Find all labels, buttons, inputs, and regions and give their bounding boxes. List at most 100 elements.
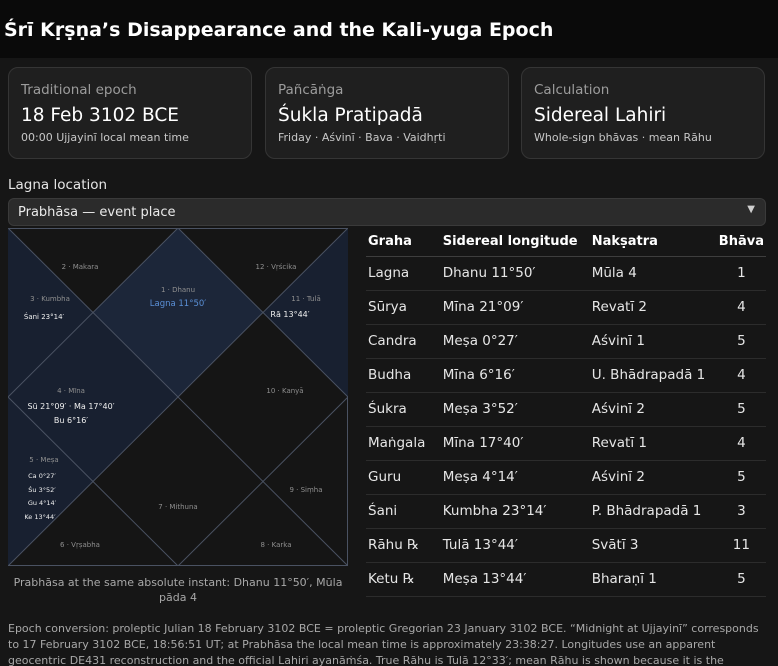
table-cell: Ketu ℞ (366, 562, 441, 597)
table-cell: Meṣa 3°52′ (440, 392, 590, 427)
table-row: Ketu ℞ Meṣa 13°44′ Bharaṇī 15 (366, 562, 766, 597)
card-value: Sidereal Lahiri (534, 105, 667, 126)
table-cell: Meṣa 0°27′ (440, 324, 590, 359)
table-body: Lagna Dhanu 11°50′ Mūla 4 1 Sūrya Mīna 21°09′… (366, 256, 766, 597)
table-row: Candra Meṣa 0°27′ Aśvinī 15 (366, 324, 766, 359)
house-label: 7 · Mithuna (158, 503, 197, 511)
north-indian-chart: 1 · Dhanu 2 · Makara 3 · Kumbha 4 · Mīna… (8, 228, 348, 566)
table-cell: Dhanu 11°50′ (440, 256, 590, 291)
lagna-location-select[interactable]: Prabhāsa — event place ▼ (8, 198, 766, 226)
card-value: Śukla Pratipadā (278, 105, 423, 126)
lagna-location-label: Lagna location (8, 177, 108, 193)
chart-svg: 1 · Dhanu 2 · Makara 3 · Kumbha 4 · Mīna… (8, 228, 348, 566)
card-sub: Whole-sign bhāvas · mean Rāhu (534, 131, 712, 144)
table-cell: 5 (716, 392, 766, 427)
table-cell: Meṣa 4°14′ (440, 460, 590, 495)
epoch-card: Traditional epoch 18 Feb 3102 BCE 00:00 … (8, 67, 252, 159)
house-label: 9 · Siṃha (289, 486, 322, 494)
chart-caption: Prabhāsa at the same absolute instant: D… (13, 576, 343, 604)
table-cell: Mūla 4 (589, 256, 717, 291)
table-cell: 4 (716, 290, 766, 325)
table-row: Guru Meṣa 4°14′ Aśvinī 25 (366, 460, 766, 495)
table-cell: Tulā 13°44′ (440, 528, 590, 563)
table-cell: Śukra (366, 392, 441, 427)
planet-label: Ca 0°27′ (28, 472, 56, 480)
card-sub: Friday · Aśvinī · Bava · Vaidhṛti (278, 131, 446, 144)
table-cell: 4 (716, 358, 766, 393)
table-cell: Aśvinī 2 (589, 392, 717, 427)
graha-table: Graha Sidereal longitude Nakṣatra Bhāva … (366, 228, 766, 597)
column-header: Graha (366, 228, 441, 257)
house-label: 4 · Mīna (57, 387, 85, 395)
card-label: Traditional epoch (21, 82, 137, 98)
house-label: 3 · Kumbha (30, 295, 70, 303)
table-cell: 11 (716, 528, 766, 563)
panchanga-card: Pañcāṅga Śukla Pratipadā Friday · Aśvinī… (265, 67, 509, 159)
table-row: Sūrya Mīna 21°09′ Revatī 24 (366, 290, 766, 325)
planet-label: Ke 13°44′ (24, 513, 56, 521)
table-row: Maṅgala Mīna 17°40′ Revatī 14 (366, 426, 766, 461)
house-label: 6 · Vṛṣabha (60, 541, 100, 549)
column-header: Bhāva (716, 228, 766, 257)
table-cell: 5 (716, 324, 766, 359)
table-cell: Kumbha 23°14′ (440, 494, 590, 529)
planet-label: Gu 4°14′ (28, 499, 57, 507)
table-cell: Bharaṇī 1 (589, 562, 717, 597)
planet-label: Bu 6°16′ (54, 416, 88, 425)
table-cell: Maṅgala (366, 426, 441, 461)
column-header: Sidereal longitude (440, 228, 590, 257)
title-bar: Śrī Kṛṣṇa’s Disappearance and the Kali-y… (0, 0, 778, 58)
table-row: Lagna Dhanu 11°50′ Mūla 41 (366, 256, 766, 291)
table-cell: P. Bhādrapadā 1 (589, 494, 717, 529)
table-cell: 1 (716, 256, 766, 291)
table-cell: Aśvinī 2 (589, 460, 717, 495)
house-label: 8 · Karka (261, 541, 292, 549)
house-label: 2 · Makara (62, 263, 99, 271)
card-label: Pañcāṅga (278, 82, 344, 98)
table-header-row: Graha Sidereal longitude Nakṣatra Bhāva (366, 228, 766, 257)
table-cell: 5 (716, 460, 766, 495)
card-label: Calculation (534, 82, 610, 98)
table-cell: Guru (366, 460, 441, 495)
table-cell: Revatī 1 (589, 426, 717, 461)
lagna-location-value: Prabhāsa — event place (18, 205, 176, 220)
table-row: Śukra Meṣa 3°52′ Aśvinī 25 (366, 392, 766, 427)
planet-label: Śani 23°14′ (24, 312, 65, 321)
planet-label: Rā 13°44′ (270, 310, 309, 319)
table-cell: Sūrya (366, 290, 441, 325)
column-header: Nakṣatra (589, 228, 717, 257)
planet-label: Śu 3°52′ (28, 485, 56, 494)
house-label: 10 · Kanyā (266, 387, 303, 395)
table-cell: Rāhu ℞ (366, 528, 441, 563)
table-cell: Mīna 21°09′ (440, 290, 590, 325)
table-cell: Budha (366, 358, 441, 393)
planet-label: Sū 21°09′ · Ma 17°40′ (27, 402, 114, 411)
table-cell: U. Bhādrapadā 1 (589, 358, 717, 393)
lagna-marker: Lagna 11°50′ (150, 299, 207, 309)
table-cell: Meṣa 13°44′ (440, 562, 590, 597)
table-cell: Aśvinī 1 (589, 324, 717, 359)
house-label: 5 · Meṣa (29, 456, 58, 464)
table-cell: 3 (716, 494, 766, 529)
table-cell: Candra (366, 324, 441, 359)
chevron-down-icon: ▼ (747, 204, 755, 215)
table-cell: 4 (716, 426, 766, 461)
table-cell: Svātī 3 (589, 528, 717, 563)
table-cell: Mīna 6°16′ (440, 358, 590, 393)
table-cell: 5 (716, 562, 766, 597)
house-label: 1 · Dhanu (161, 286, 195, 294)
house-label: 11 · Tulā (291, 295, 320, 303)
table-cell: Lagna (366, 256, 441, 291)
page-title: Śrī Kṛṣṇa’s Disappearance and the Kali-y… (4, 19, 554, 41)
calculation-card: Calculation Sidereal Lahiri Whole-sign b… (521, 67, 765, 159)
table-row: Śani Kumbha 23°14′ P. Bhādrapadā 13 (366, 494, 766, 529)
table-cell: Śani (366, 494, 441, 529)
table-cell: Mīna 17°40′ (440, 426, 590, 461)
table-row: Rāhu ℞ Tulā 13°44′ Svātī 3 11 (366, 528, 766, 563)
footnote: Epoch conversion: proleptic Julian 18 Fe… (8, 622, 759, 666)
table-row: Budha Mīna 6°16′ U. Bhādrapadā 14 (366, 358, 766, 393)
card-sub: 00:00 Ujjayinī local mean time (21, 131, 189, 144)
card-value: 18 Feb 3102 BCE (21, 105, 179, 126)
table-cell: Revatī 2 (589, 290, 717, 325)
house-label: 12 · Vṛścika (256, 263, 297, 271)
